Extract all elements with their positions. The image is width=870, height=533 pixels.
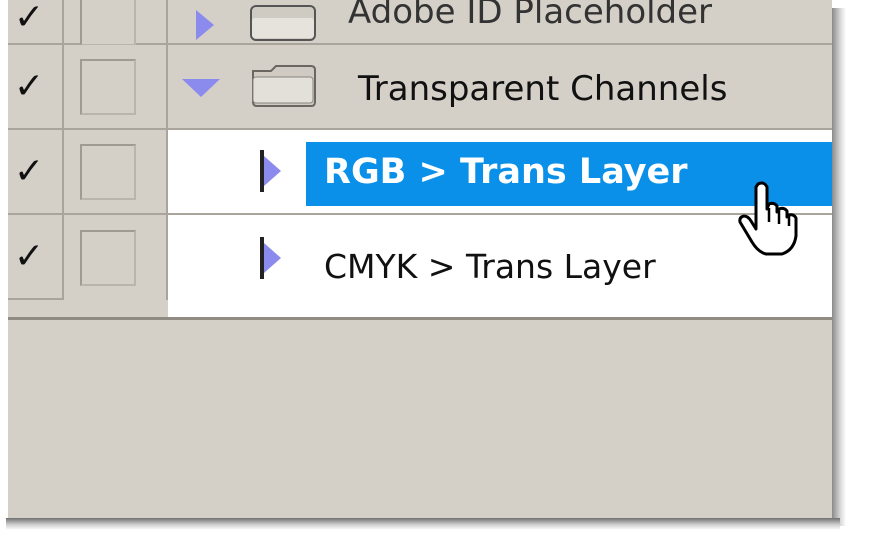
checkmark-icon[interactable]: ✓ [14, 153, 44, 190]
link-cell[interactable] [64, 130, 168, 213]
folder-icon [252, 65, 316, 107]
layer-set-content[interactable]: Transparent Channels [168, 45, 832, 128]
layers-panel: ✓ Adobe ID Placeholder ✓ Transparent Cha… [8, 0, 832, 518]
link-box-icon[interactable] [80, 229, 136, 286]
collapse-triangle-icon[interactable] [182, 79, 220, 97]
checkmark-icon[interactable]: ✓ [14, 0, 44, 36]
link-box-icon[interactable] [80, 0, 136, 47]
link-cell[interactable] [64, 45, 168, 128]
expand-triangle-icon[interactable] [264, 156, 281, 186]
panel-empty-area [8, 320, 832, 518]
link-box-icon[interactable] [80, 143, 136, 200]
window-shadow-right [832, 8, 846, 526]
hand-pointer-icon [738, 181, 798, 256]
layer-label: RGB > Trans Layer [324, 152, 688, 192]
link-box-icon[interactable] [80, 58, 136, 115]
layer-row-cut-off[interactable]: ✓ Adobe ID Placeholder [8, 0, 832, 47]
checkmark-icon[interactable]: ✓ [14, 68, 44, 105]
folder-icon [250, 5, 316, 41]
expand-triangle-icon[interactable] [196, 10, 214, 40]
visibility-cell[interactable]: ✓ [8, 0, 64, 43]
visibility-cell[interactable]: ✓ [8, 45, 64, 128]
link-cell[interactable] [64, 0, 168, 47]
checkmark-icon[interactable]: ✓ [14, 238, 44, 275]
layer-label: CMYK > Trans Layer [324, 247, 656, 286]
link-cell[interactable] [64, 215, 168, 300]
layer-row-selected[interactable]: ✓ RGB > Trans Layer [8, 130, 832, 215]
expand-triangle-icon[interactable] [264, 243, 281, 273]
layer-set-label: Adobe ID Placeholder [348, 0, 713, 32]
window-shadow-bottom [6, 518, 840, 530]
layer-set-content[interactable]: Adobe ID Placeholder [168, 0, 832, 43]
layer-set-label: Transparent Channels [358, 69, 728, 109]
layer-row[interactable]: ✓ CMYK > Trans Layer [8, 215, 832, 320]
visibility-cell[interactable]: ✓ [8, 130, 64, 213]
layer-set-row[interactable]: ✓ Transparent Channels [8, 45, 832, 130]
visibility-cell[interactable]: ✓ [8, 215, 64, 300]
